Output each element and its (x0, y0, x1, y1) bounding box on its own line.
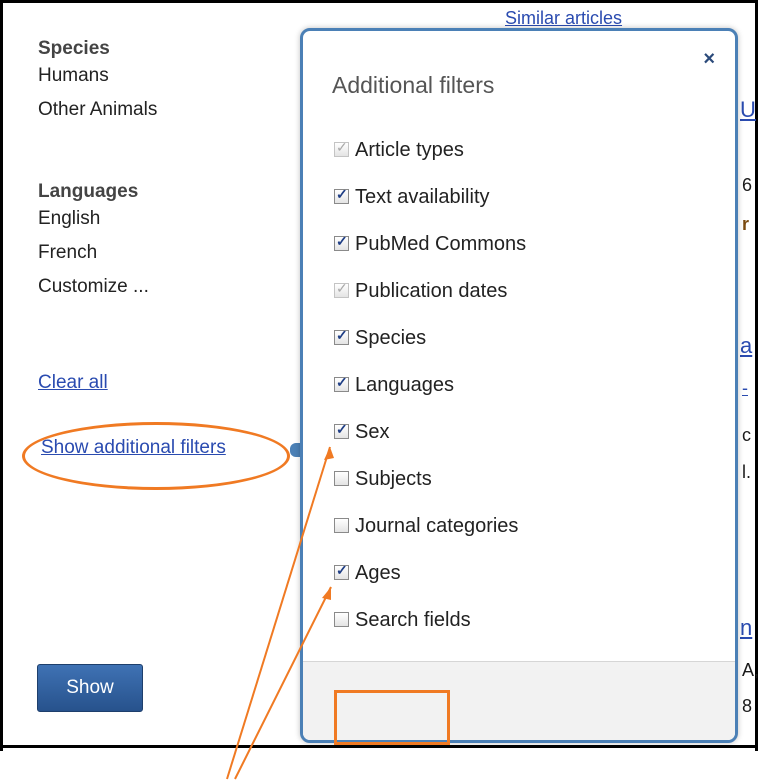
arrow-to-ages (234, 586, 332, 780)
annotation-arrows (226, 446, 334, 780)
arrow-to-sex (226, 446, 331, 780)
arrow-head-ages (322, 587, 331, 600)
